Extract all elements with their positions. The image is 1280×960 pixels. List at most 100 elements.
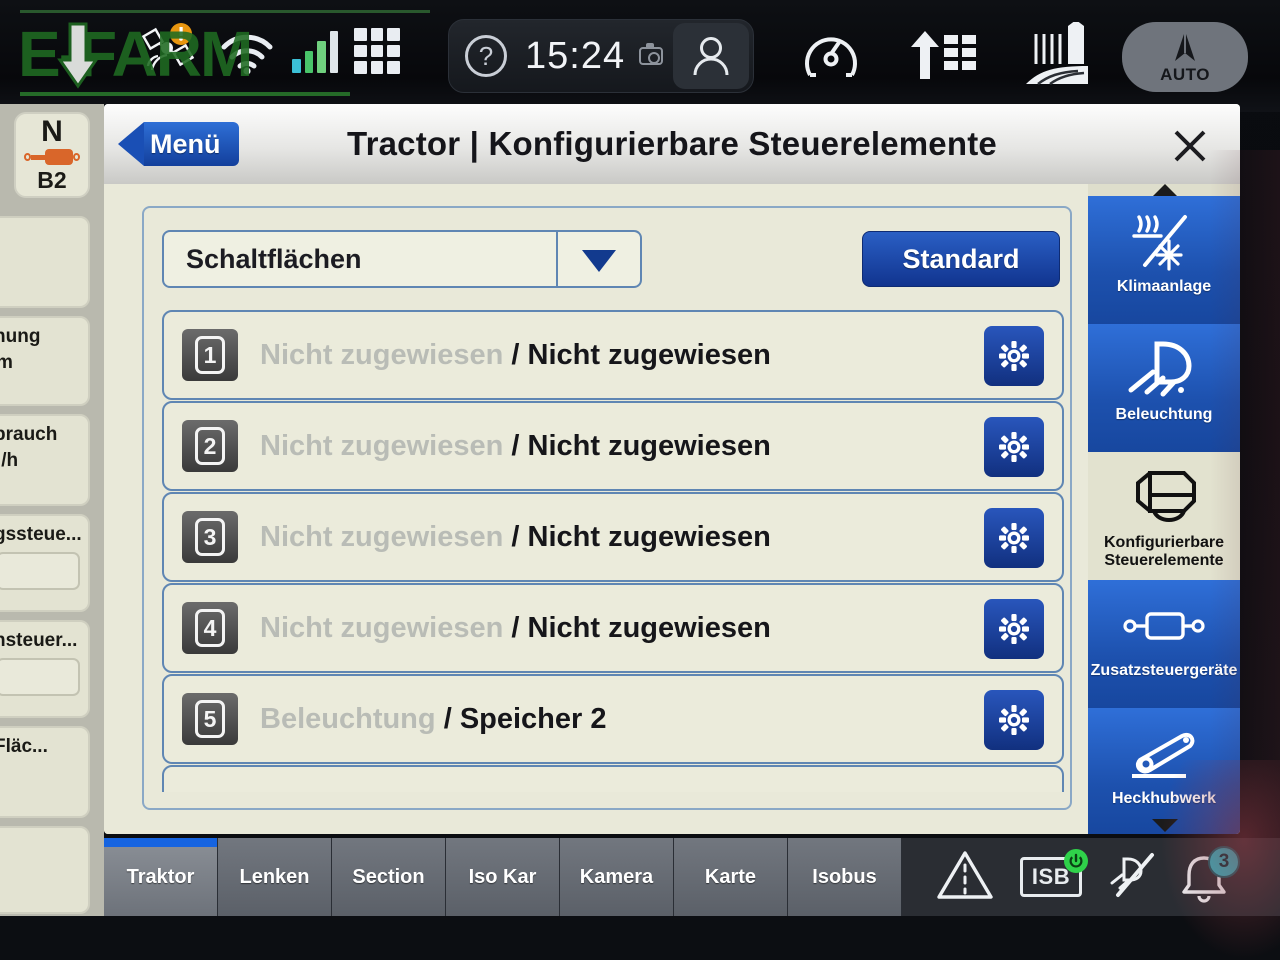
tab-isobus[interactable]: Isobus (788, 838, 902, 916)
signal-bars-icon (292, 29, 338, 73)
tab-iso-kar[interactable]: Iso Kar (446, 838, 560, 916)
assignment-separator: / (443, 702, 452, 735)
badge-number: 3 (195, 518, 225, 556)
top-bar-status-icons (140, 20, 400, 82)
assignment-source: Beleuchtung (260, 702, 436, 735)
assignment-text: Nicht zugewiesen / Nicht zugewiesen (260, 339, 771, 372)
tab-label: Section (352, 865, 425, 888)
isb-power-icon (1064, 849, 1088, 873)
assignment-separator: / (511, 429, 520, 462)
satellite-warning-icon (140, 20, 202, 82)
isb-button[interactable]: ISB (1020, 849, 1088, 897)
standard-button[interactable]: Standard (862, 231, 1060, 287)
close-icon (1174, 130, 1206, 162)
row-settings-button[interactable] (984, 326, 1044, 386)
help-button[interactable]: ? (453, 23, 519, 89)
bottom-tab-bar: Traktor Lenken Section Iso Kar Kamera Ka… (104, 838, 1280, 916)
isb-label: ISB (1031, 864, 1071, 889)
lane-guidance-warning-icon[interactable] (936, 849, 994, 906)
help-circle-icon: ? (465, 35, 507, 77)
auto-steering-button[interactable]: AUTO (1122, 22, 1248, 92)
data-transfer-icon[interactable] (906, 25, 978, 88)
sidebar-item-zusatzsteuergeraete[interactable]: Zusatzsteuergeräte (1088, 580, 1240, 708)
widget-value-box (0, 552, 80, 590)
sidebar-item-label: Klimaanlage (1116, 278, 1212, 295)
list-item[interactable] (0, 216, 90, 308)
tab-karte[interactable]: Karte (674, 838, 788, 916)
gear-value: N (41, 115, 63, 148)
gear-indicator-widget[interactable]: N B2 (14, 112, 90, 198)
steering-auto-icon (1175, 31, 1195, 61)
performance-gauge-icon[interactable] (800, 25, 862, 88)
row-settings-button[interactable] (984, 690, 1044, 750)
list-item[interactable]: Fläc... (0, 726, 90, 818)
settings-dialog: Menü Tractor | Konfigurierbare Steuerele… (104, 104, 1240, 834)
sidebar-item-konfigurierbare-steuerelemente[interactable]: Konfigurierbare Steuerelemente (1088, 452, 1240, 580)
climate-control-icon (1125, 206, 1203, 278)
gear-icon (999, 614, 1029, 644)
assignment-separator: / (511, 611, 520, 644)
row-settings-button[interactable] (984, 508, 1044, 568)
select-divider (556, 232, 558, 286)
sidebar-item-beleuchtung[interactable]: Beleuchtung (1088, 324, 1240, 452)
table-row[interactable]: 3 Nicht zugewiesen / Nicht zugewiesen (162, 492, 1064, 582)
widget-value-box (0, 658, 80, 696)
list-item[interactable] (0, 826, 90, 914)
list-item[interactable]: brauch l/h (0, 414, 90, 506)
sidebar-item-klimaanlage[interactable]: Klimaanlage (1088, 196, 1240, 324)
badge-number: 4 (195, 609, 225, 647)
table-row-partial[interactable] (162, 765, 1064, 792)
table-row[interactable]: 4 Nicht zugewiesen / Nicht zugewiesen (162, 583, 1064, 673)
tab-traktor[interactable]: Traktor (104, 838, 218, 916)
status-icon-zone: ISB 3 (902, 838, 1280, 916)
farm-field-icon[interactable] (1022, 19, 1098, 91)
row-settings-button[interactable] (984, 417, 1044, 477)
close-button[interactable] (1166, 122, 1214, 170)
assignment-text: Nicht zugewiesen / Nicht zugewiesen (260, 521, 771, 554)
apps-grid-icon[interactable] (354, 28, 400, 74)
wifi-icon (218, 25, 276, 77)
terminal-screen: ? 15:24 AUTO E-FARM N B2 ung m brauch /h… (0, 0, 1280, 960)
assignment-text: Nicht zugewiesen / Nicht zugewiesen (260, 430, 771, 463)
user-profile-button[interactable] (673, 23, 750, 89)
sidebar-scroll-up[interactable] (1088, 184, 1240, 197)
widget-title (0, 828, 88, 836)
assignment-target: Nicht zugewiesen (527, 429, 771, 462)
button-number-badge: 5 (182, 693, 238, 745)
lamp-disabled-icon[interactable] (1108, 851, 1162, 904)
gear-icon (999, 523, 1029, 553)
assignment-target: Nicht zugewiesen (527, 338, 771, 371)
sidebar-scroll-down[interactable] (1088, 814, 1240, 834)
list-item[interactable]: hung m (0, 316, 90, 406)
top-status-bar: ? 15:24 AUTO E-FARM (0, 0, 1280, 112)
table-row[interactable]: 2 Nicht zugewiesen / Nicht zugewiesen (162, 401, 1064, 491)
widget-title: nsteuer... (0, 630, 78, 651)
assignment-text: Beleuchtung / Speicher 2 (260, 703, 607, 736)
tab-label: Traktor (126, 865, 195, 888)
dialog-body: Schaltflächen Standard 1 Nicht zugewiese… (104, 184, 1240, 834)
assignment-separator: / (511, 520, 520, 553)
table-row[interactable]: 5 Beleuchtung / Speicher 2 (162, 674, 1064, 764)
row-settings-button[interactable] (984, 599, 1044, 659)
clock-time: 15:24 (525, 34, 626, 77)
camera-icon[interactable] (639, 43, 664, 65)
top-bar-left (0, 0, 440, 112)
assignment-source: Nicht zugewiesen (260, 611, 504, 644)
table-row[interactable]: 1 Nicht zugewiesen / Nicht zugewiesen (162, 310, 1064, 400)
tab-label: Karte (704, 865, 757, 888)
assignment-text: Nicht zugewiesen / Nicht zugewiesen (260, 612, 771, 645)
tab-label: Iso Kar (468, 865, 537, 888)
button-number-badge: 3 (182, 511, 238, 563)
list-item[interactable]: gssteue... (0, 514, 90, 612)
tab-section[interactable]: Section (332, 838, 446, 916)
widget-title: brauch (0, 424, 58, 445)
control-type-select[interactable]: Schaltflächen (162, 230, 642, 288)
tab-lenken[interactable]: Lenken (218, 838, 332, 916)
gear-icon (999, 432, 1029, 462)
widget-title: Fläc... (0, 736, 48, 757)
rear-linkage-icon (1122, 718, 1206, 790)
tab-kamera[interactable]: Kamera (560, 838, 674, 916)
assignment-target: Nicht zugewiesen (527, 520, 771, 553)
clock-display[interactable]: 15:24 (519, 23, 673, 89)
list-item[interactable]: nsteuer... (0, 620, 90, 718)
